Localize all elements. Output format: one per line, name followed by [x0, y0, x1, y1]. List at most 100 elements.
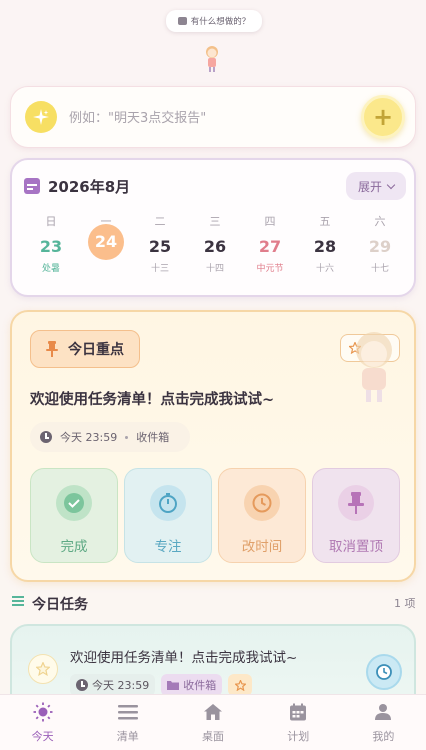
weekday-label: 四	[264, 215, 276, 228]
weekday-label: 五	[319, 215, 331, 228]
focus-due: 今天 23:59	[60, 431, 118, 444]
reschedule-button[interactable]: 改时间	[218, 468, 306, 563]
task-star-chip[interactable]	[228, 674, 253, 696]
task-list-chip: 收件箱	[161, 674, 223, 696]
nav-plan-label: 计划	[287, 729, 310, 743]
lunar-label	[81, 266, 131, 280]
day-number: 29	[368, 237, 392, 256]
check-icon	[56, 485, 92, 521]
bottom-nav: 今天 清单 桌面 计划 我的	[0, 694, 426, 750]
sun-icon	[32, 702, 54, 722]
folder-icon	[167, 681, 180, 690]
focus-label: 专注	[154, 539, 182, 555]
task-list: 收件箱	[183, 679, 217, 692]
focus-badge: 今日重点	[30, 330, 140, 368]
list-icon	[12, 596, 24, 606]
add-task-button[interactable]: +	[361, 95, 405, 139]
calendar-day[interactable]: 三 26 十四	[190, 214, 240, 284]
chevron-down-icon	[386, 180, 396, 189]
user-icon	[372, 702, 394, 722]
star-icon	[234, 679, 246, 691]
calendar-icon	[287, 702, 309, 722]
nav-plan[interactable]: 计划	[256, 695, 341, 750]
calendar-day[interactable]: 六 29 十七	[355, 214, 405, 284]
today-tasks-count: 1 项	[394, 597, 416, 610]
star-icon	[36, 662, 50, 676]
nav-profile-label: 我的	[372, 729, 395, 743]
lunar-label: 中元节	[256, 264, 284, 274]
focus-badge-label: 今日重点	[68, 342, 124, 358]
plus-icon: +	[372, 103, 394, 131]
pin-icon	[46, 341, 58, 357]
nav-today-label: 今天	[31, 729, 54, 743]
mascot-decoration-icon	[356, 332, 392, 402]
hint-bubble-text: 有什么想做的？	[190, 17, 251, 27]
week-row: 日 23 处暑 一 24 二 25 十三 三 26 十四 四 27 中元节 五 28 十六 六 29 十七	[12, 214, 418, 284]
magic-parse-button[interactable]	[25, 101, 57, 133]
sparkle-icon	[33, 109, 49, 125]
lunar-label: 十七	[370, 264, 389, 274]
task-time: 今天 23:59	[92, 679, 150, 692]
focus-list: 收件箱	[136, 431, 170, 444]
focus-timer-button[interactable]: 专注	[124, 468, 212, 563]
expand-calendar-button[interactable]: 展开	[346, 172, 406, 200]
calendar-icon	[24, 178, 40, 194]
lunar-label: 十四	[205, 264, 224, 274]
calendar-day[interactable]: 一 24	[81, 214, 131, 284]
focus-task-meta: 今天 23:59 收件箱	[30, 422, 190, 452]
today-focus-card: 今日重点 欢迎使用任务清单！点击完成我试试~ 今天 23:59 收件箱 完成 专…	[10, 310, 416, 582]
calendar-day[interactable]: 日 23 处暑	[26, 214, 76, 284]
nav-lists-label: 清单	[116, 729, 139, 743]
quick-add-card: +	[10, 86, 416, 148]
quick-add-input[interactable]	[69, 107, 349, 129]
weekday-label: 二	[154, 215, 166, 228]
unpin-label: 取消置顶	[329, 539, 383, 555]
clock-icon	[76, 679, 88, 691]
reschedule-label: 改时间	[241, 539, 283, 555]
calendar-day[interactable]: 五 28 十六	[300, 214, 350, 284]
weekday-label: 六	[374, 215, 386, 228]
nav-desktop[interactable]: 桌面	[170, 695, 255, 750]
nav-desktop-label: 桌面	[202, 729, 224, 743]
lunar-label: 十三	[150, 264, 169, 274]
task-meta: 今天 23:59 收件箱	[70, 674, 253, 696]
task-title: 欢迎使用任务清单！点击完成我试试~	[70, 650, 298, 666]
home-icon	[202, 702, 224, 722]
nav-today[interactable]: 今天	[0, 695, 85, 750]
calendar-day[interactable]: 四 27 中元节	[245, 214, 295, 284]
calendar-day[interactable]: 二 25 十三	[135, 214, 185, 284]
separator-dot	[125, 435, 129, 439]
expand-label: 展开	[357, 179, 382, 194]
weekday-label: 三	[209, 215, 221, 228]
today-tasks-title: 今日任务	[32, 597, 88, 613]
focus-task-title[interactable]: 欢迎使用任务清单！点击完成我试试~	[30, 388, 274, 409]
hint-bubble[interactable]: 有什么想做的？	[166, 10, 262, 32]
day-number: 23	[39, 237, 63, 256]
weekday-label: 日	[45, 215, 57, 228]
nav-profile[interactable]: 我的	[341, 695, 426, 750]
day-number: 25	[148, 237, 172, 256]
complete-button[interactable]: 完成	[30, 468, 118, 563]
chat-icon	[177, 17, 187, 25]
day-number: 28	[313, 237, 337, 256]
day-number: 26	[203, 237, 227, 256]
clock-icon	[376, 664, 392, 680]
unpin-button[interactable]: 取消置顶	[312, 468, 400, 563]
calendar-month[interactable]: 2026年8月	[48, 176, 130, 197]
lunar-label: 处暑	[41, 264, 60, 274]
task-time-chip: 今天 23:59	[70, 674, 156, 696]
clock-icon	[244, 485, 280, 521]
list-icon	[117, 702, 139, 722]
pin-icon	[338, 485, 374, 521]
mascot-icon[interactable]	[202, 44, 222, 74]
stopwatch-icon	[150, 485, 186, 521]
complete-label: 完成	[60, 539, 88, 555]
task-complete-checkbox[interactable]	[28, 654, 58, 684]
week-calendar-card: 2026年8月 展开 日 23 处暑 一 24 二 25 十三 三 26 十四 四 27 中元节 五 28 十六…	[10, 158, 416, 297]
lunar-label: 十六	[315, 264, 334, 274]
day-number: 27	[258, 237, 282, 256]
clock-icon	[40, 431, 52, 443]
nav-lists[interactable]: 清单	[85, 695, 170, 750]
day-number: 24	[88, 224, 124, 260]
task-reschedule-button[interactable]	[366, 654, 402, 690]
